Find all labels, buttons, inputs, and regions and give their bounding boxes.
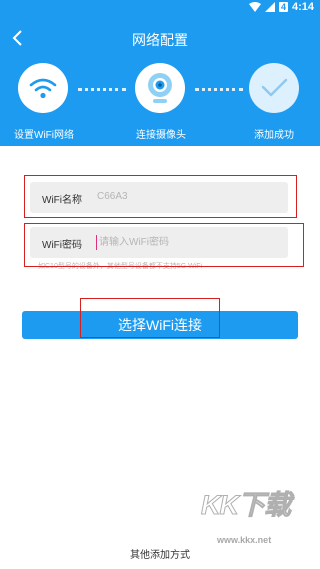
wifi-icon — [29, 78, 57, 99]
cell-signal-icon — [264, 2, 275, 12]
status-icons: 4 4:14 — [248, 1, 314, 13]
battery-icon: 4 — [278, 2, 288, 12]
status-time: 4:14 — [291, 1, 314, 13]
camera-icon — [148, 73, 172, 103]
step-connect-camera — [135, 63, 185, 113]
status-bar: 4 4:14 — [0, 0, 320, 16]
step-label-add-success: 添加成功 — [254, 130, 294, 141]
step-label-connect-camera: 连接摄像头 — [136, 130, 186, 141]
step-add-success — [249, 63, 299, 113]
step-connector — [78, 88, 126, 91]
site-watermark: KK下载 www.kkx.net — [195, 483, 313, 559]
header: 网络配置 设置WiFi网络 连接摄像头 添加成功 — [0, 16, 320, 146]
highlight-box-connect-button — [80, 298, 220, 338]
step-connector — [195, 88, 243, 91]
highlight-box-wifi-password — [24, 223, 304, 267]
step-set-wifi — [18, 63, 68, 113]
page-title: 网络配置 — [132, 32, 188, 48]
highlight-box-wifi-name — [24, 175, 297, 218]
watermark-url: www.kkx.net — [217, 535, 272, 545]
step-label-set-wifi: 设置WiFi网络 — [14, 130, 74, 141]
wifi-signal-icon — [248, 2, 261, 12]
watermark-logo: KK下载 — [201, 490, 292, 521]
checkmark-icon — [261, 78, 288, 97]
